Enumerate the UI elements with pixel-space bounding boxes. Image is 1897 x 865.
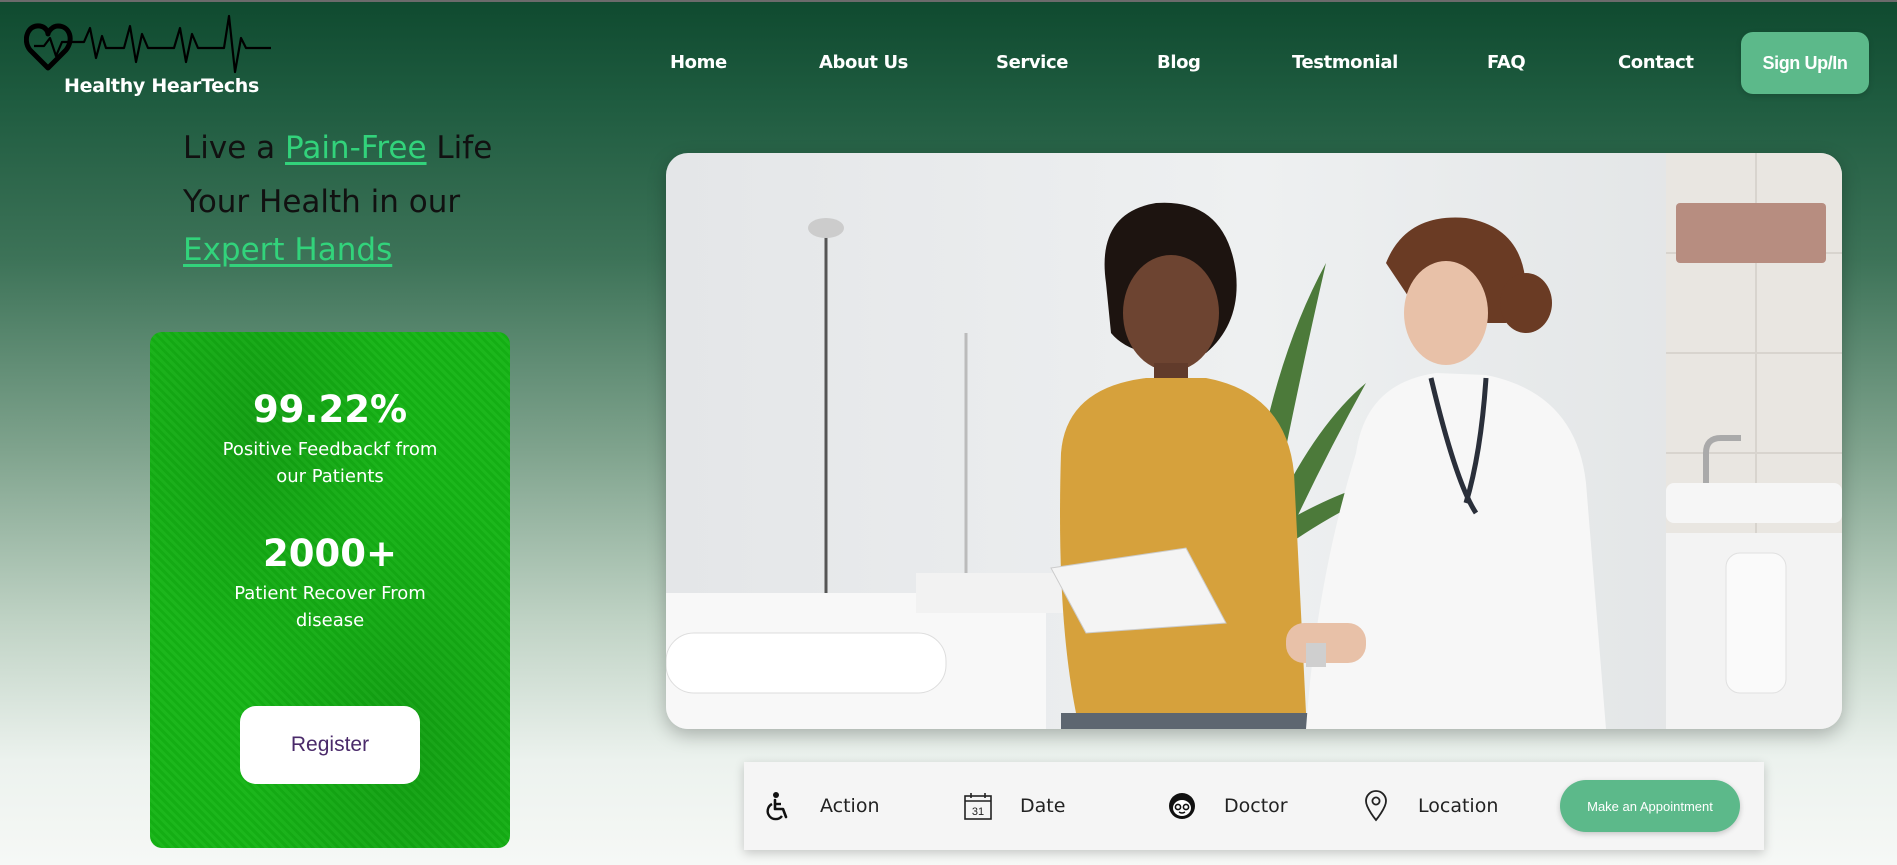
booking-action-label: Action: [820, 795, 880, 817]
booking-location-label: Location: [1418, 795, 1499, 817]
stat-feedback-label: Positive Feedbackf from our Patients: [222, 439, 438, 487]
hero-line-1-prefix: Live a: [183, 130, 286, 166]
nav-service[interactable]: Service: [996, 52, 1068, 73]
heartbeat-logo-icon: [24, 14, 271, 74]
make-appointment-button[interactable]: Make an Appointment: [1560, 780, 1740, 832]
register-button[interactable]: Register: [240, 706, 420, 784]
stat-feedback-value: 99.22%: [252, 388, 408, 431]
nav-faq[interactable]: FAQ: [1487, 52, 1526, 73]
booking-action[interactable]: Action: [762, 762, 880, 850]
booking-location[interactable]: Location: [1360, 762, 1498, 850]
top-border: [0, 0, 1897, 2]
nav-home[interactable]: Home: [670, 52, 727, 73]
nav-testimonial[interactable]: Testmonial: [1292, 52, 1398, 73]
hero-image: [666, 153, 1842, 729]
booking-doctor-label: Doctor: [1224, 795, 1288, 817]
brand-name: Healthy HearTechs: [64, 75, 260, 97]
stat-recover-value: 2000+: [263, 532, 397, 575]
hero-line-3: Expert Hands: [183, 232, 392, 268]
calendar-icon: 31: [962, 790, 994, 822]
wheelchair-icon: [762, 790, 794, 822]
nav-contact[interactable]: Contact: [1618, 52, 1694, 73]
nav-blog[interactable]: Blog: [1157, 52, 1201, 73]
location-pin-icon: [1360, 790, 1392, 822]
stats-card: 99.22% Positive Feedbackf from our Patie…: [150, 332, 510, 848]
booking-date-label: Date: [1020, 795, 1066, 817]
brand-logo[interactable]: [24, 12, 274, 112]
signup-button[interactable]: Sign Up/In: [1741, 32, 1869, 94]
booking-date[interactable]: 31 Date: [962, 762, 1065, 850]
hero-line-2: Your Health in our: [183, 184, 461, 220]
hero-highlight-expert-hands: Expert Hands: [183, 232, 393, 268]
hero-line-1-suffix: Life: [426, 130, 493, 166]
doctor-icon: [1166, 790, 1198, 822]
calendar-icon-day: 31: [972, 806, 984, 818]
stat-recover-label: Patient Recover From disease: [234, 583, 426, 631]
nav-about-us[interactable]: About Us: [819, 52, 908, 73]
appointment-bar: Action 31 Date Doctor Location Make an A…: [744, 762, 1764, 850]
hero-line-1: Live a Pain-Free Life: [183, 130, 492, 166]
hero-highlight-pain-free: Pain-Free: [285, 130, 427, 166]
booking-doctor[interactable]: Doctor: [1166, 762, 1288, 850]
